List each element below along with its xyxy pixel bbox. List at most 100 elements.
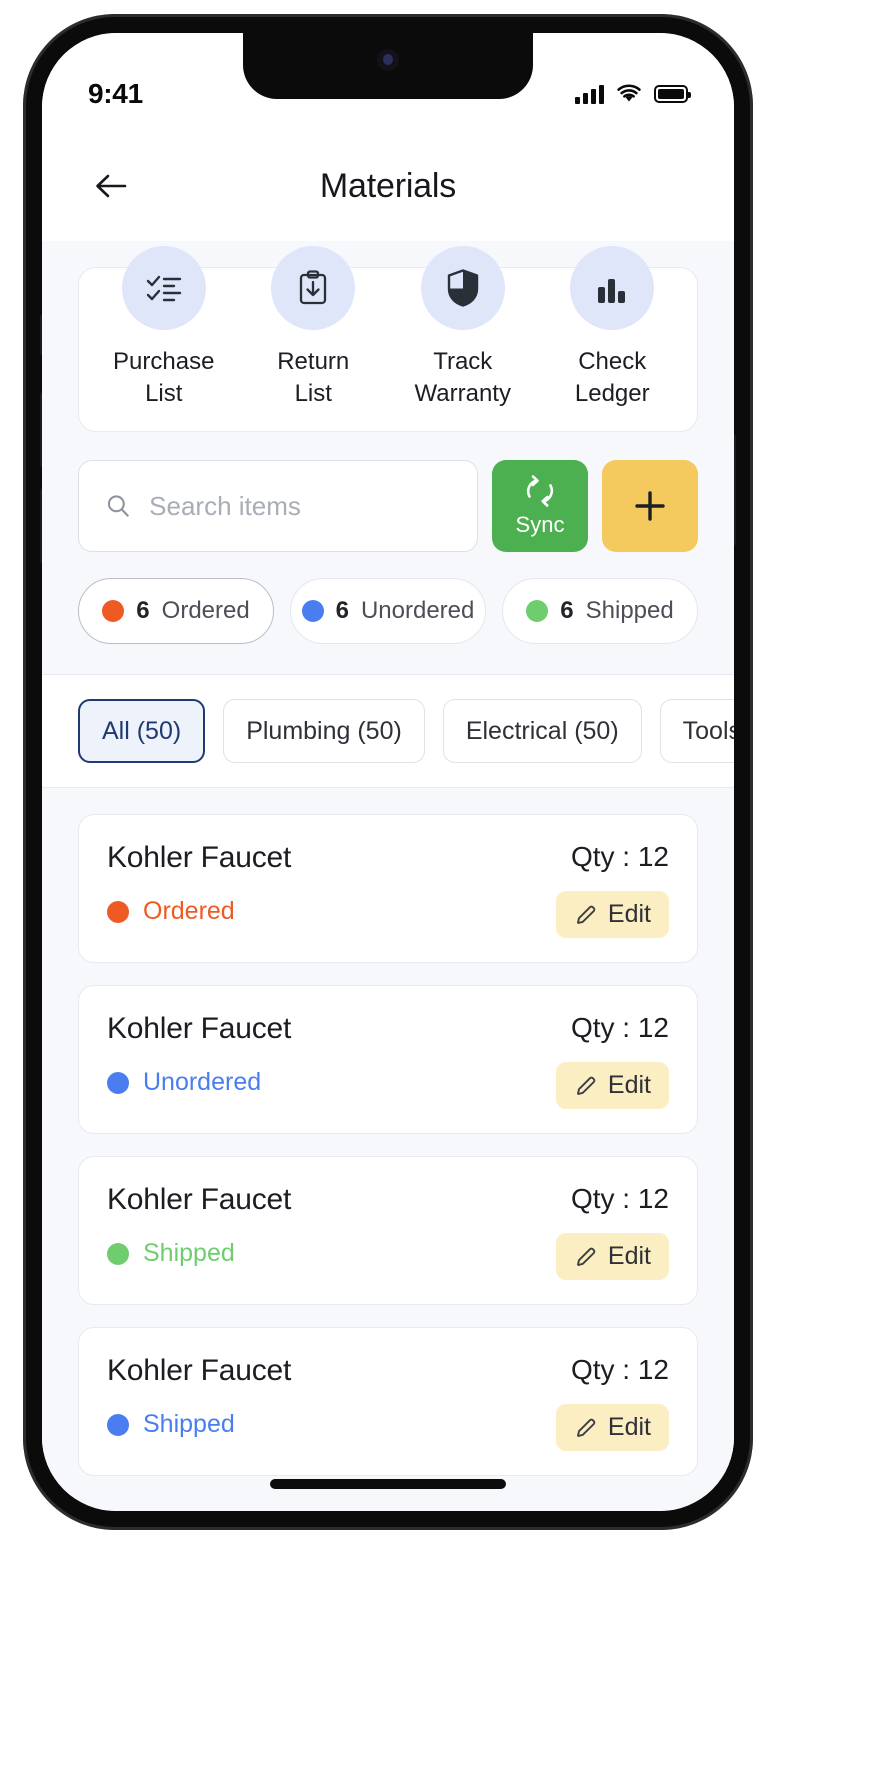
- edit-button-label: Edit: [607, 1071, 651, 1100]
- sync-button[interactable]: Sync: [492, 460, 588, 553]
- cellular-bars-icon: [575, 84, 604, 104]
- status-pill-ordered[interactable]: 6 Ordered: [78, 578, 274, 645]
- material-actions: Qty : 12 Edit: [555, 841, 669, 939]
- plus-icon: [635, 491, 665, 522]
- search-box[interactable]: [78, 460, 478, 553]
- material-info: Kohler Faucet Shipped: [107, 1354, 291, 1439]
- edit-button[interactable]: Edit: [555, 1233, 669, 1281]
- quick-action-label: Purchase List: [113, 348, 215, 407]
- status-pill-unordered[interactable]: 6 Unordered: [290, 578, 486, 645]
- status-pill-label: Shipped: [585, 597, 674, 625]
- screenshot-stage: 9:41 Materials Purchase List Return List…: [0, 0, 876, 1768]
- status-filter-row: 6 Ordered 6 Unordered 6 Shipped: [42, 552, 734, 674]
- material-actions: Qty : 12 Edit: [555, 1354, 669, 1452]
- quick-actions-section: Purchase List Return List Track Warranty…: [42, 241, 734, 433]
- material-name: Kohler Faucet: [107, 1183, 292, 1217]
- material-status-dot: [107, 900, 129, 923]
- material-quantity: Qty : 12: [570, 841, 669, 873]
- notch: [243, 33, 533, 99]
- material-info: Kohler Faucet Unordered: [107, 1012, 291, 1097]
- quick-actions-card: Purchase List Return List Track Warranty…: [78, 246, 698, 433]
- material-status-dot: [107, 1413, 129, 1436]
- material-status: Ordered: [107, 897, 291, 926]
- material-row[interactable]: Kohler Faucet Unordered Qty : 12 Edit: [78, 985, 698, 1135]
- search-icon: [107, 495, 129, 517]
- material-actions: Qty : 12 Edit: [555, 1183, 669, 1281]
- page-title: Materials: [319, 166, 457, 205]
- quick-action-return-list[interactable]: Return List: [239, 246, 389, 409]
- back-button[interactable]: [88, 163, 134, 209]
- search-input[interactable]: [149, 490, 451, 522]
- quick-action-check-ledger[interactable]: Check Ledger: [538, 246, 688, 409]
- material-row[interactable]: Kohler Faucet Shipped Qty : 12 Edit: [78, 1156, 698, 1306]
- sync-icon: [526, 475, 554, 508]
- edit-button-label: Edit: [607, 900, 651, 929]
- status-pill-label: Unordered: [360, 597, 475, 625]
- status-pill-count: 6: [335, 597, 349, 625]
- status-pill-label: Ordered: [161, 597, 250, 625]
- quick-action-purchase-list[interactable]: Purchase List: [89, 246, 239, 409]
- material-status: Shipped: [107, 1410, 291, 1439]
- home-indicator[interactable]: [270, 1479, 506, 1489]
- material-status: Shipped: [107, 1239, 291, 1268]
- status-dot-ordered: [102, 600, 125, 623]
- tab-all[interactable]: All (50): [78, 699, 206, 764]
- checklist-icon: [121, 246, 206, 330]
- status-dot-unordered: [301, 600, 324, 623]
- wifi-icon: [617, 84, 641, 102]
- status-icons: [575, 84, 691, 104]
- shield-icon: [420, 246, 505, 330]
- edit-button[interactable]: Edit: [555, 1062, 669, 1110]
- materials-list: Kohler Faucet Ordered Qty : 12 Edit Kohl…: [42, 788, 734, 1477]
- material-status-label: Shipped: [143, 1239, 235, 1268]
- status-dot-shipped: [526, 600, 549, 623]
- scroll-content[interactable]: Purchase List Return List Track Warranty…: [42, 241, 734, 1511]
- edit-button[interactable]: Edit: [555, 891, 669, 939]
- pencil-icon: [576, 1076, 596, 1095]
- edit-button[interactable]: Edit: [555, 1404, 669, 1452]
- pencil-icon: [576, 1418, 596, 1437]
- battery-full-icon: [654, 85, 691, 103]
- phone-frame: 9:41 Materials Purchase List Return List…: [23, 14, 753, 1530]
- material-status-label: Unordered: [143, 1068, 262, 1097]
- material-actions: Qty : 12 Edit: [555, 1012, 669, 1110]
- material-row[interactable]: Kohler Faucet Shipped Qty : 12 Edit: [78, 1327, 698, 1477]
- quick-action-label: Return List: [277, 348, 350, 407]
- material-status-dot: [107, 1071, 129, 1094]
- tab-plumbing[interactable]: Plumbing (50): [223, 699, 425, 764]
- edit-button-label: Edit: [607, 1242, 651, 1271]
- category-tabs[interactable]: All (50) Plumbing (50) Electrical (50) T…: [42, 675, 734, 788]
- material-quantity: Qty : 12: [570, 1183, 669, 1215]
- pencil-icon: [576, 1247, 596, 1266]
- material-info: Kohler Faucet Ordered: [107, 841, 291, 926]
- add-button[interactable]: [602, 460, 698, 553]
- app-bar: Materials: [42, 131, 734, 241]
- tab-tools[interactable]: Tools (50): [659, 699, 734, 764]
- material-name: Kohler Faucet: [107, 1012, 292, 1046]
- front-camera-icon: [377, 49, 399, 71]
- tab-electrical[interactable]: Electrical (50): [442, 699, 642, 764]
- material-info: Kohler Faucet Shipped: [107, 1183, 291, 1268]
- clipboard-download-icon: [271, 246, 356, 330]
- material-name: Kohler Faucet: [107, 1354, 292, 1388]
- material-status-dot: [107, 1242, 129, 1265]
- search-row: Sync: [42, 432, 734, 553]
- status-pill-count: 6: [560, 597, 574, 625]
- material-status-label: Shipped: [143, 1410, 235, 1439]
- material-quantity: Qty : 12: [570, 1012, 669, 1044]
- status-time: 9:41: [88, 78, 143, 109]
- material-status: Unordered: [107, 1068, 291, 1097]
- quick-action-track-warranty[interactable]: Track Warranty: [388, 246, 538, 409]
- bar-chart-icon: [570, 246, 655, 330]
- material-status-label: Ordered: [143, 897, 235, 926]
- quick-action-label: Check Ledger: [574, 348, 650, 407]
- pencil-icon: [576, 905, 596, 924]
- status-pill-count: 6: [136, 597, 150, 625]
- material-name: Kohler Faucet: [107, 841, 292, 875]
- sync-button-label: Sync: [515, 512, 565, 538]
- material-quantity: Qty : 12: [570, 1354, 669, 1386]
- edit-button-label: Edit: [607, 1413, 651, 1442]
- material-row[interactable]: Kohler Faucet Ordered Qty : 12 Edit: [78, 814, 698, 964]
- status-pill-shipped[interactable]: 6 Shipped: [502, 578, 698, 645]
- arrow-left-icon: [96, 174, 127, 198]
